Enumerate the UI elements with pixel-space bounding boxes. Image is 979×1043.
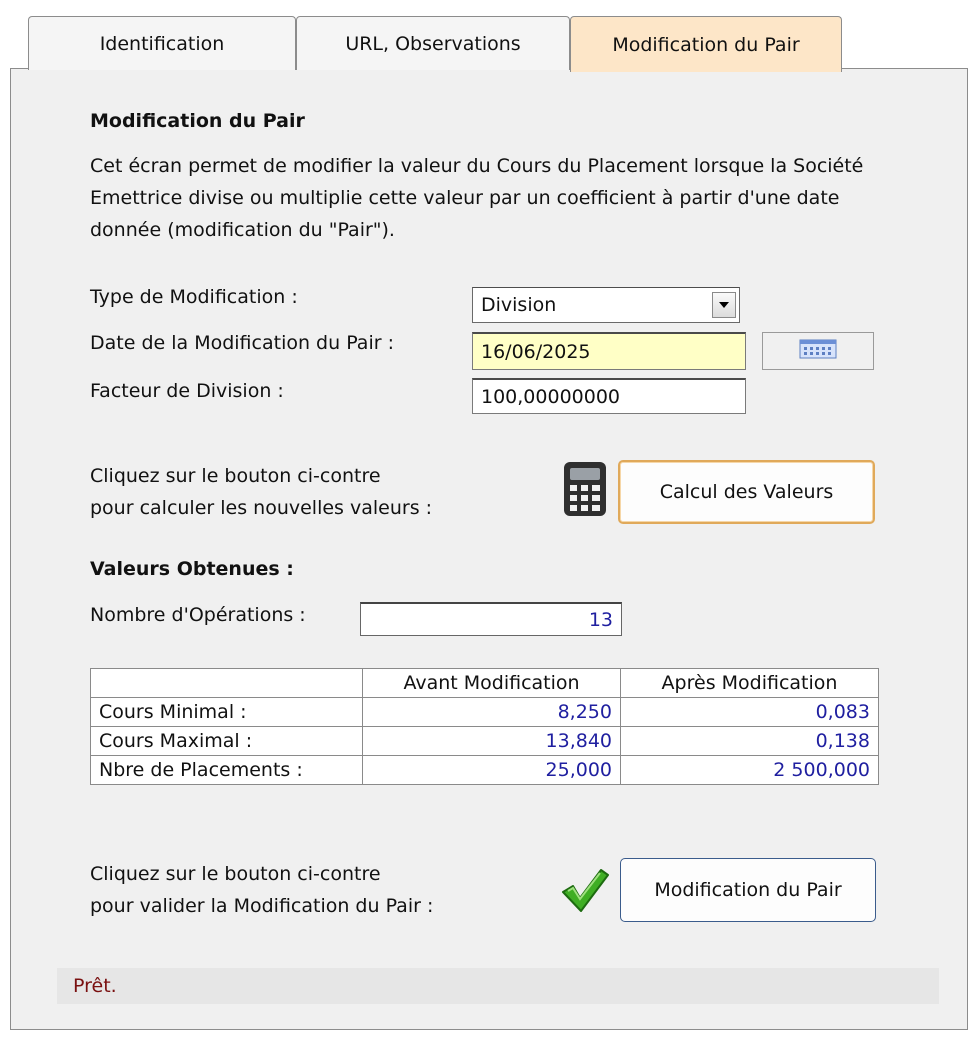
calendar-button[interactable] (762, 332, 874, 370)
row-label: Nbre de Placements : (90, 755, 363, 785)
value-before: 25,000 (362, 755, 621, 785)
chevron-down-icon[interactable] (712, 292, 736, 318)
table-header-cell: Après Modification (620, 668, 879, 698)
row-label: Cours Maximal : (90, 726, 363, 756)
row-label: Cours Minimal : (90, 697, 363, 727)
calendar-icon (799, 339, 837, 363)
value-after: 2 500,000 (620, 755, 879, 785)
validate-instruction-line: Cliquez sur le bouton ci-contre (90, 863, 381, 885)
status-bar: Prêt. (57, 968, 939, 1004)
panel-description: Cet écran permet de modifier la valeur d… (90, 155, 864, 241)
results-title: Valeurs Obtenues : (90, 558, 294, 580)
ops-label: Nombre d'Opérations : (90, 604, 306, 626)
type-select-value: Division (481, 294, 557, 316)
table-row: Cours Maximal : 13,840 0,138 (90, 726, 879, 756)
checkmark-icon (560, 866, 610, 918)
validate-instruction: Cliquez sur le bouton ci-contre pour val… (90, 858, 433, 922)
date-input[interactable]: 16/06/2025 (472, 332, 746, 370)
tab-modification-du-pair[interactable]: Modification du Pair (570, 16, 842, 72)
calculator-icon (562, 460, 608, 522)
tab-label: Modification du Pair (612, 33, 800, 56)
tab-url-observations[interactable]: URL, Observations (296, 16, 570, 70)
table-row: Cours Minimal : 8,250 0,083 (90, 697, 879, 727)
table-header-cell: Avant Modification (362, 668, 621, 698)
factor-input[interactable]: 100,00000000 (472, 378, 746, 414)
modification-du-pair-button[interactable]: Modification du Pair (620, 858, 876, 922)
calc-instruction-line: pour calculer les nouvelles valeurs : (90, 497, 433, 519)
value-before: 8,250 (362, 697, 621, 727)
table-header-row: Avant Modification Après Modification (90, 668, 879, 698)
tab-identification[interactable]: Identification (28, 16, 296, 70)
type-label: Type de Modification : (90, 286, 298, 308)
factor-label: Facteur de Division : (90, 380, 284, 402)
tab-label: Identification (99, 32, 225, 55)
value-after: 0,138 (620, 726, 879, 756)
panel-title: Modification du Pair (90, 110, 305, 132)
validate-instruction-line: pour valider la Modification du Pair : (90, 895, 434, 917)
value-before: 13,840 (362, 726, 621, 756)
table-header-cell (90, 668, 363, 698)
date-label: Date de la Modification du Pair : (90, 332, 394, 354)
value-after: 0,083 (620, 697, 879, 727)
ops-count-field: 13 (360, 602, 622, 636)
table-row: Nbre de Placements : 25,000 2 500,000 (90, 755, 879, 785)
calcul-des-valeurs-button[interactable]: Calcul des Valeurs (618, 460, 875, 524)
tab-label: URL, Observations (345, 32, 521, 55)
calc-instruction-line: Cliquez sur le bouton ci-contre (90, 465, 381, 487)
type-select[interactable]: Division (472, 287, 740, 323)
results-table: Avant Modification Après Modification Co… (90, 668, 879, 785)
calc-instruction: Cliquez sur le bouton ci-contre pour cal… (90, 460, 432, 524)
